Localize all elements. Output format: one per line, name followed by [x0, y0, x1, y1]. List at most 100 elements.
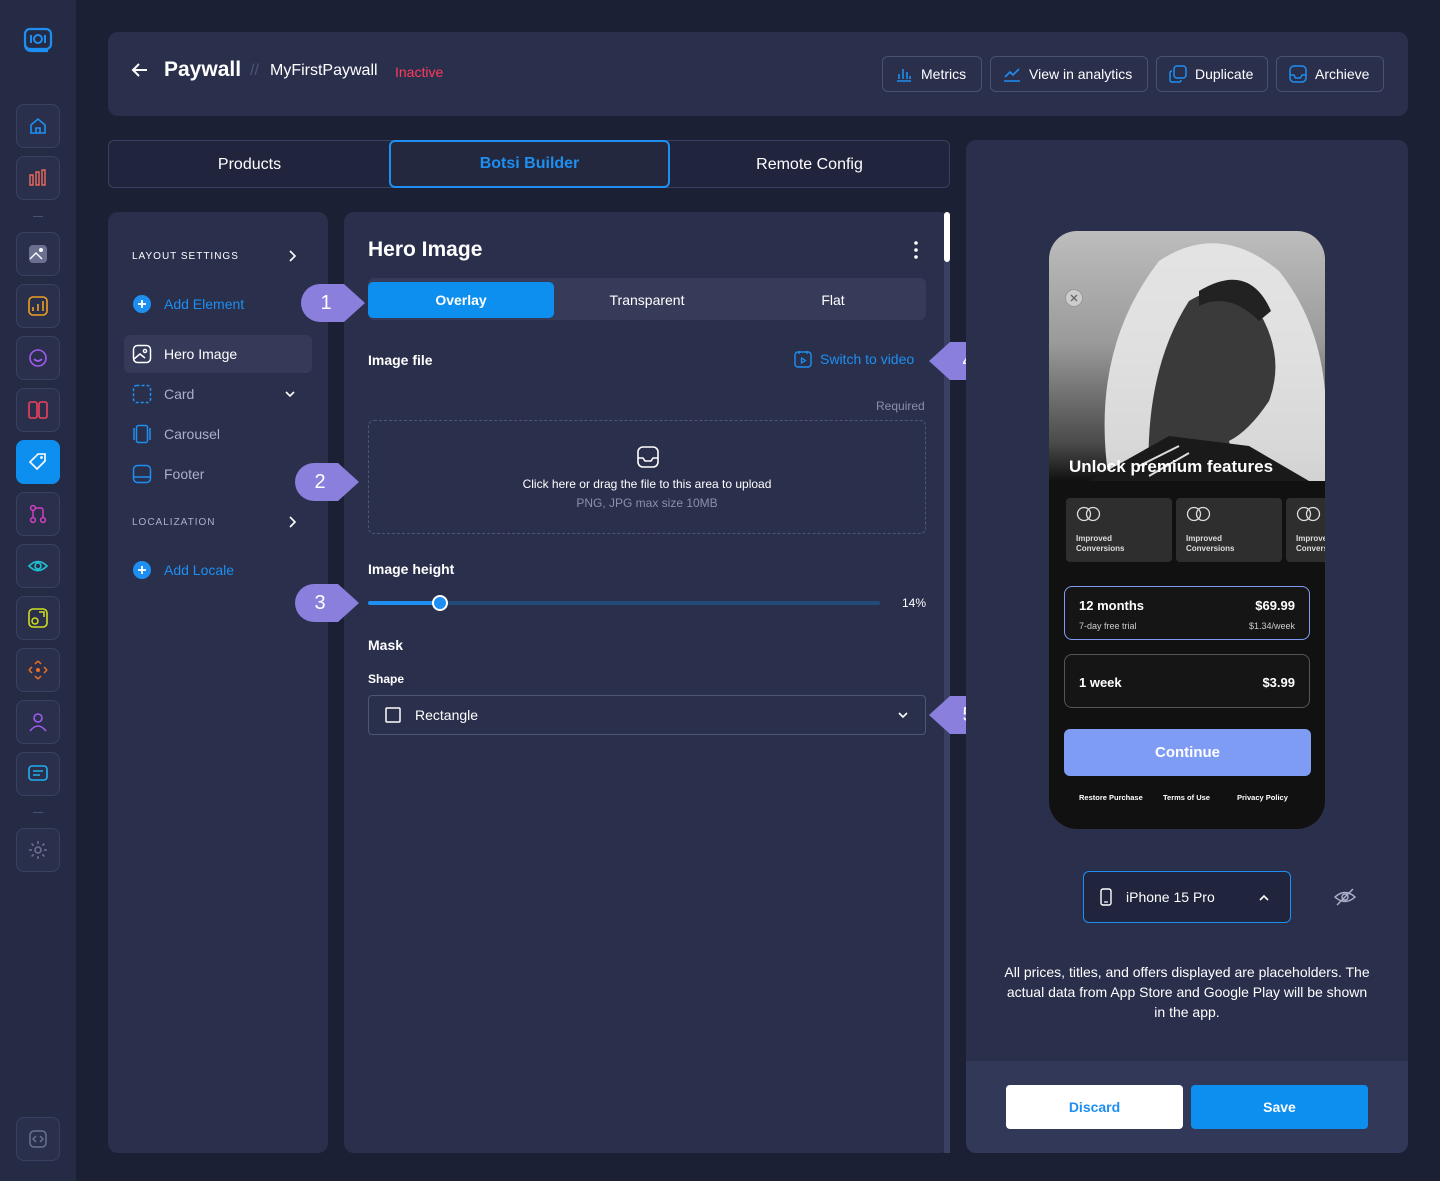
- preview-panel: Unlock premium features Improved Convers…: [966, 140, 1408, 1153]
- preview-headline: Unlock premium features: [1069, 457, 1274, 476]
- smile-icon[interactable]: [16, 336, 60, 380]
- add-locale-button[interactable]: Add Locale: [132, 560, 234, 580]
- archive-button[interactable]: Archieve: [1276, 56, 1384, 92]
- eye-icon[interactable]: [16, 544, 60, 588]
- tab-products[interactable]: Products: [109, 141, 390, 189]
- home-icon[interactable]: [16, 104, 60, 148]
- message-icon[interactable]: [16, 752, 60, 796]
- duplicate-button[interactable]: Duplicate: [1156, 56, 1268, 92]
- code-icon[interactable]: [16, 1117, 60, 1161]
- layout-settings-chevron-icon[interactable]: [286, 249, 298, 268]
- callout-2: 2: [294, 462, 360, 502]
- phone-preview: Unlock premium features Improved Convers…: [1049, 231, 1325, 829]
- shape-select-value: Rectangle: [415, 707, 479, 723]
- shape-label: Shape: [368, 672, 405, 686]
- hero-photo: [1049, 231, 1325, 481]
- view-in-analytics-label: View in analytics: [1029, 66, 1133, 82]
- save-button[interactable]: Save: [1191, 1085, 1368, 1129]
- callout-3: 3: [294, 583, 360, 623]
- continue-button[interactable]: Continue: [1064, 729, 1311, 776]
- editor-title: Hero Image: [368, 238, 483, 261]
- plan-option-12-months[interactable]: 12 months $69.99 7-day free trial $1.34/…: [1064, 586, 1310, 640]
- image-height-label: Image height: [368, 561, 455, 577]
- plan-option-1-week[interactable]: 1 week $3.99: [1064, 654, 1310, 708]
- back-arrow-icon[interactable]: [130, 60, 150, 85]
- carousel-icon: [133, 424, 151, 444]
- switch-to-video-button[interactable]: Switch to video: [794, 350, 914, 368]
- line-chart-icon: [1004, 68, 1020, 82]
- close-icon[interactable]: [1065, 289, 1083, 307]
- duplicate-icon: [1169, 65, 1187, 83]
- feature-card: Improved Conversions: [1176, 498, 1282, 562]
- app-logo[interactable]: [22, 26, 54, 59]
- tab-botsi-builder[interactable]: Botsi Builder: [389, 140, 670, 188]
- image-file-label: Image file: [368, 352, 433, 368]
- add-element-label: Add Element: [164, 296, 245, 312]
- sidebar-item-footer[interactable]: Footer: [124, 455, 312, 493]
- archive-label: Archieve: [1315, 66, 1370, 82]
- privacy-policy-link[interactable]: Privacy Policy: [1237, 793, 1288, 802]
- shapes-icon[interactable]: [16, 596, 60, 640]
- sidebar-item-carousel[interactable]: Carousel: [124, 415, 312, 453]
- upload-instructions: Click here or drag the file to this area…: [522, 477, 772, 491]
- restore-purchase-link[interactable]: Restore Purchase: [1079, 793, 1143, 802]
- compare-icon[interactable]: [16, 388, 60, 432]
- metrics-button[interactable]: Metrics: [882, 56, 982, 92]
- device-select-value: iPhone 15 Pro: [1126, 889, 1215, 905]
- paywall-name: MyFirstPaywall: [270, 62, 378, 79]
- rings-icon: [1296, 506, 1321, 522]
- breadcrumb-separator: //: [250, 62, 259, 79]
- metrics-label: Metrics: [921, 66, 967, 82]
- placeholder-disclaimer: All prices, titles, and offers displayed…: [1004, 964, 1370, 1020]
- slider-thumb[interactable]: [432, 595, 448, 611]
- tab-remote-config[interactable]: Remote Config: [669, 141, 950, 189]
- user-icon[interactable]: [16, 700, 60, 744]
- upload-format-hint: PNG, JPG max size 10MB: [576, 496, 718, 510]
- hide-preview-eye-off-icon[interactable]: [1333, 887, 1357, 912]
- plus-circle-icon: [133, 561, 151, 579]
- paywall-tag-icon[interactable]: [16, 440, 60, 484]
- page-header: Paywall // MyFirstPaywall Inactive Metri…: [108, 32, 1408, 116]
- bar-chart-icon[interactable]: [16, 156, 60, 200]
- sidebar-item-card[interactable]: Card: [124, 375, 312, 413]
- settings-gear-icon[interactable]: [16, 828, 60, 872]
- more-options-icon[interactable]: [908, 240, 924, 265]
- image-gallery-icon[interactable]: [16, 232, 60, 276]
- terms-of-use-link[interactable]: Terms of Use: [1163, 793, 1210, 802]
- discard-button[interactable]: Discard: [1006, 1085, 1183, 1129]
- scrollbar-thumb[interactable]: [944, 212, 950, 262]
- chevron-down-icon[interactable]: [284, 389, 296, 399]
- branch-icon[interactable]: [16, 492, 60, 536]
- sidebar-item-label: Card: [164, 386, 195, 402]
- phone-icon: [1100, 888, 1112, 906]
- localization-chevron-icon[interactable]: [286, 515, 298, 534]
- add-element-button[interactable]: Add Element: [132, 294, 244, 314]
- mode-transparent[interactable]: Transparent: [554, 282, 740, 318]
- upload-tray-icon: [637, 446, 659, 468]
- add-locale-label: Add Locale: [164, 562, 235, 578]
- sidebar-item-label: Footer: [164, 466, 205, 482]
- required-hint: Required: [876, 399, 925, 413]
- slider-fill: [368, 601, 440, 605]
- duplicate-label: Duplicate: [1195, 66, 1254, 82]
- image-height-slider[interactable]: [368, 595, 880, 611]
- layout-sidebar: LAYOUT SETTINGS Add Element Hero Image C…: [108, 212, 328, 1153]
- metrics-icon: [897, 69, 911, 82]
- plus-circle-icon: [133, 295, 151, 313]
- shape-select[interactable]: Rectangle: [368, 695, 926, 735]
- image-upload-dropzone[interactable]: Click here or drag the file to this area…: [368, 420, 926, 534]
- sidebar-item-label: Hero Image: [164, 346, 238, 362]
- device-select[interactable]: iPhone 15 Pro: [1083, 871, 1291, 923]
- image-icon: [132, 344, 152, 364]
- footer-icon: [132, 464, 152, 484]
- analytics-icon[interactable]: [16, 284, 60, 328]
- mode-overlay[interactable]: Overlay: [368, 282, 554, 318]
- display-mode-selector: Overlay Transparent Flat: [368, 278, 926, 320]
- chevron-down-icon: [898, 712, 908, 719]
- view-in-analytics-button[interactable]: View in analytics: [990, 56, 1148, 92]
- sidebar-item-hero-image[interactable]: Hero Image: [124, 335, 312, 373]
- mask-heading: Mask: [368, 637, 404, 653]
- focus-icon[interactable]: [16, 648, 60, 692]
- mode-flat[interactable]: Flat: [740, 282, 926, 318]
- sidebar-item-label: Carousel: [164, 426, 221, 442]
